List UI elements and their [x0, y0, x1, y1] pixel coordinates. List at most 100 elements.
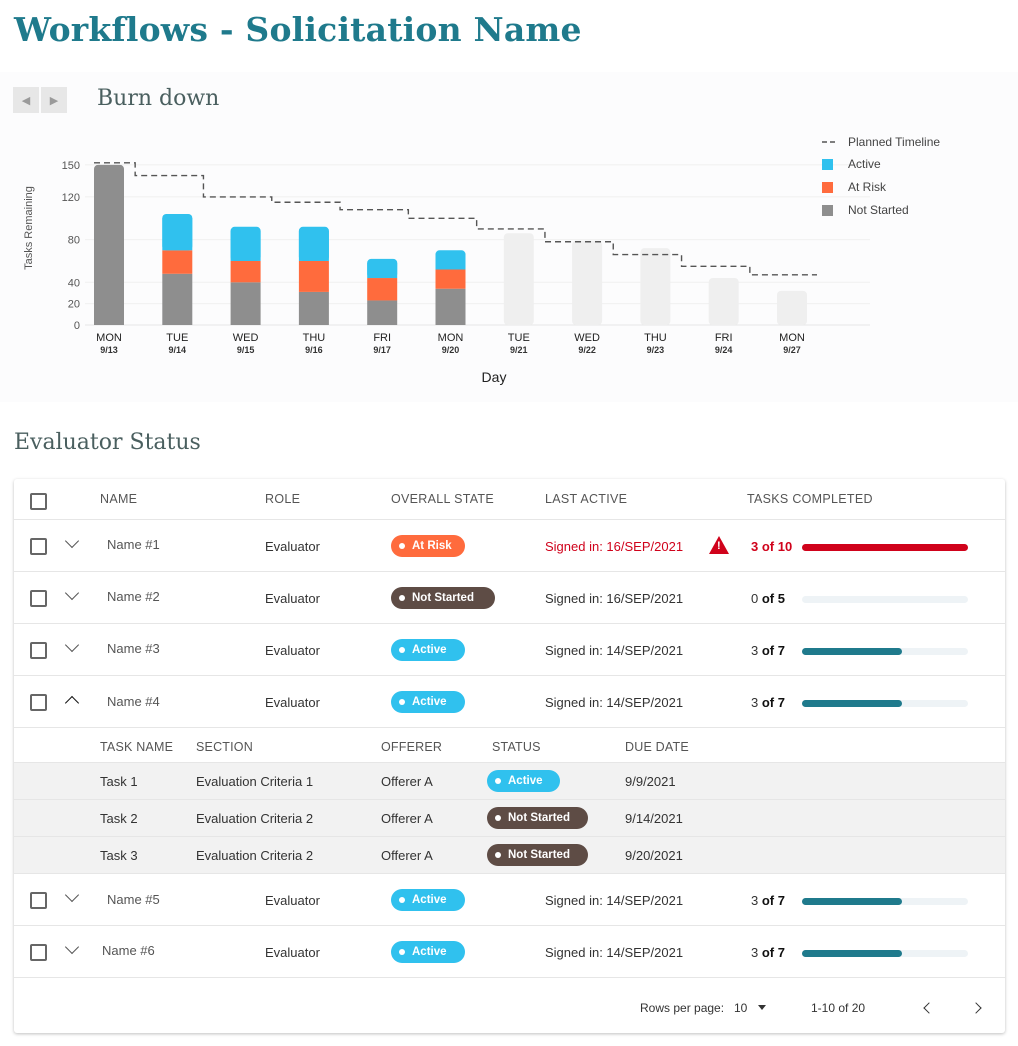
bar-segment-at-risk [162, 250, 193, 274]
status-dot-icon [495, 815, 501, 821]
task-section: Evaluation Criteria 2 [196, 848, 314, 863]
task-offerer: Offerer A [381, 811, 433, 826]
x-tick-day: TUE [508, 332, 530, 344]
col-last-active[interactable]: LAST ACTIVE [545, 492, 627, 506]
sub-col-offerer: OFFERER [381, 740, 443, 754]
y-tick-label: 150 [62, 160, 80, 172]
bar-segment-fill [162, 217, 193, 251]
evaluator-name[interactable]: Name #3 [107, 641, 160, 656]
progress-fill [802, 950, 902, 957]
tasks-done: 3 [751, 643, 759, 658]
state-badge: Active [391, 941, 465, 963]
chevron-down-icon[interactable] [64, 533, 80, 549]
x-tick-date: 9/20 [442, 345, 460, 355]
chevron-down-icon[interactable] [64, 887, 80, 903]
x-tick-date: 9/14 [169, 345, 187, 355]
legend-label: Planned Timeline [848, 135, 940, 149]
prev-page-icon[interactable] [923, 1002, 935, 1014]
state-badge: Active [391, 889, 465, 911]
task-row[interactable]: Task 2 Evaluation Criteria 2 Offerer A N… [14, 800, 1005, 837]
evaluator-name[interactable]: Name #5 [107, 892, 160, 907]
x-tick-day: FRI [715, 332, 733, 344]
tasks-completed: 3 of 7 [751, 893, 785, 908]
evaluator-name[interactable]: Name #2 [107, 589, 160, 604]
task-status-badge: Not Started [487, 807, 588, 829]
col-role[interactable]: ROLE [265, 492, 300, 506]
task-row[interactable]: Task 1 Evaluation Criteria 1 Offerer A A… [14, 763, 1005, 800]
evaluator-name[interactable]: Name #4 [107, 694, 160, 709]
col-state[interactable]: OVERALL STATE [391, 492, 494, 506]
col-name[interactable]: NAME [100, 492, 137, 506]
chevron-down-icon[interactable] [64, 585, 80, 601]
x-tick-date: 9/23 [647, 345, 665, 355]
task-due-date: 9/14/2021 [625, 811, 683, 826]
y-axis-label: Tasks Remaining [23, 186, 35, 270]
warning-glyph: ! [717, 540, 721, 552]
legend-label: Not Started [848, 203, 909, 217]
state-label: Active [412, 696, 447, 708]
dropdown-caret-icon[interactable] [758, 1005, 766, 1010]
table-row[interactable]: Name #5 Evaluator Active Signed in: 14/S… [14, 874, 1005, 926]
row-checkbox[interactable] [30, 590, 47, 607]
pagination-range: 1-10 of 20 [811, 1001, 866, 1015]
last-active: Signed in: 14/SEP/2021 [545, 643, 684, 658]
legend-label: Active [848, 157, 881, 171]
state-label: At Risk [412, 540, 452, 552]
sub-col-task: TASK NAME [100, 740, 174, 754]
task-status-badge: Active [487, 770, 560, 792]
status-dot-icon [399, 543, 405, 549]
evaluator-role: Evaluator [265, 539, 320, 554]
legend-label: At Risk [848, 180, 887, 194]
legend-swatch [822, 205, 833, 216]
status-dot-icon [399, 699, 405, 705]
col-tasks[interactable]: TASKS COMPLETED [747, 492, 873, 506]
chevron-up-icon[interactable] [64, 695, 80, 711]
bar-segment-not-started [367, 300, 398, 325]
row-checkbox[interactable] [30, 944, 47, 961]
x-tick-day: WED [574, 332, 600, 344]
table-row[interactable]: Name #6 Evaluator Active Signed in: 14/S… [14, 926, 1005, 978]
task-row[interactable]: Task 3 Evaluation Criteria 2 Offerer A N… [14, 837, 1005, 874]
table-row[interactable]: Name #4 Evaluator Active Signed in: 14/S… [14, 676, 1005, 728]
row-checkbox[interactable] [30, 642, 47, 659]
table-row[interactable]: Name #1 Evaluator At Risk Signed in: 16/… [14, 520, 1005, 572]
projected-bar [777, 290, 807, 325]
tasks-completed: 3 of 7 [751, 945, 785, 960]
tasks-done: 0 [751, 591, 759, 606]
row-checkbox[interactable] [30, 892, 47, 909]
x-tick-date: 9/22 [578, 345, 596, 355]
row-checkbox[interactable] [30, 694, 47, 711]
warning-icon: ! [709, 536, 729, 554]
tasks-completed: 3 of 7 [751, 695, 785, 710]
prev-arrow-icon[interactable]: ◀ [13, 87, 39, 113]
task-status-label: Not Started [508, 812, 570, 824]
tasks-total: of 7 [761, 695, 785, 710]
evaluator-name[interactable]: Name #1 [107, 537, 160, 552]
x-tick-date: 9/17 [373, 345, 391, 355]
row-checkbox[interactable] [30, 538, 47, 555]
tasks-completed: 3 of 10 [751, 539, 792, 554]
task-status-label: Not Started [508, 849, 570, 861]
x-axis-label: Day [482, 369, 507, 385]
task-offerer: Offerer A [381, 848, 433, 863]
table-row[interactable]: Name #3 Evaluator Active Signed in: 14/S… [14, 624, 1005, 676]
sub-col-status: STATUS [492, 740, 541, 754]
next-arrow-icon[interactable]: ▶ [41, 87, 67, 113]
x-tick-day: THU [644, 332, 667, 344]
burndown-chart: 0204080120150Tasks RemainingMON9/13TUE9/… [23, 135, 940, 385]
y-tick-label: 120 [62, 192, 80, 204]
tasks-completed: 3 of 7 [751, 643, 785, 658]
rows-per-page-select[interactable]: 10 [734, 1001, 747, 1015]
bar-segment-not-started [298, 291, 329, 325]
chevron-down-icon[interactable] [64, 939, 80, 955]
chevron-down-icon[interactable] [64, 637, 80, 653]
x-tick-date: 9/21 [510, 345, 528, 355]
bar-segment-fill [367, 262, 398, 279]
next-page-icon[interactable] [970, 1002, 982, 1014]
last-active: Signed in: 14/SEP/2021 [545, 945, 684, 960]
chart-nav: ◀ ▶ [13, 87, 67, 113]
table-row[interactable]: Name #2 Evaluator Not Started Signed in:… [14, 572, 1005, 624]
table-header: NAME ROLE OVERALL STATE LAST ACTIVE TASK… [14, 479, 1005, 520]
evaluator-name[interactable]: Name #6 [102, 943, 155, 958]
select-all-checkbox[interactable] [30, 493, 47, 510]
